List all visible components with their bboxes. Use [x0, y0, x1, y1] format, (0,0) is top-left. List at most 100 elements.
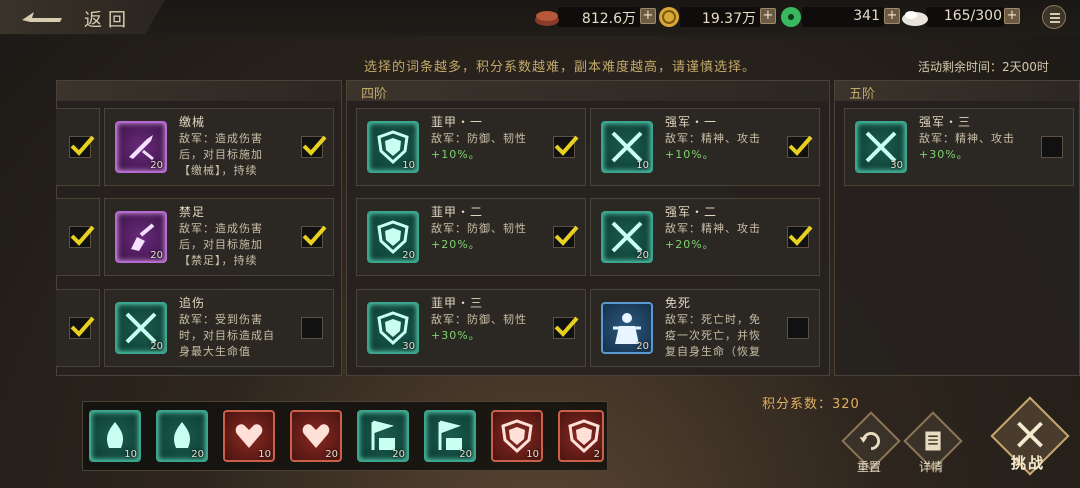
- checkbox[interactable]: [787, 135, 813, 158]
- buff-card-strong-3[interactable]: 30 强军・三 敌军：精神、攻击 +30%。: [844, 108, 1074, 186]
- card-bonus: +20%。: [431, 238, 481, 251]
- card-title: 韮甲・三: [431, 296, 484, 310]
- reset-label: 重置: [857, 460, 882, 474]
- checkbox[interactable]: [301, 135, 327, 158]
- card-title: 强军・一: [665, 115, 718, 129]
- banner-troops-icon[interactable]: 20: [424, 410, 476, 462]
- level-label: 10: [258, 449, 271, 460]
- shield-icon[interactable]: 10: [491, 410, 543, 462]
- menu-icon: [1050, 13, 1060, 15]
- card-desc: 敌军：防御、韧性 +10%。: [431, 131, 559, 163]
- buff-card-armor-1[interactable]: 10 韮甲・一 敌军：防御、韧性 +10%。: [356, 108, 586, 186]
- gold-value: 19.37万: [701, 11, 756, 27]
- shield-icon[interactable]: 2: [558, 410, 604, 462]
- checkbox[interactable]: [553, 135, 579, 158]
- buff-card-strong-1[interactable]: 10 强军・一 敌军：精神、攻击 +10%。: [590, 108, 820, 186]
- buff-card-immortal[interactable]: 20 免死 敌军：死亡时，免 疫一次死亡，并恢 复自身生命（恢复: [590, 289, 820, 367]
- offscreen-card[interactable]: [56, 108, 100, 186]
- buff-card-pursuit[interactable]: 20 追伤 敌军：受到伤害 时，对目标造成自 身最大生命值: [104, 289, 334, 367]
- card-bonus: +20%。: [665, 238, 715, 251]
- tier-header: 五阶: [835, 81, 1079, 102]
- checkbox[interactable]: [301, 317, 323, 339]
- tier-header: [57, 81, 341, 101]
- check-icon: [788, 135, 813, 156]
- stamina-icon: [902, 11, 928, 26]
- card-desc-main: 敌军：防御、韧性: [431, 222, 527, 235]
- card-title: 禁足: [179, 205, 206, 219]
- copper-coin-icon: [535, 11, 559, 26]
- card-desc: 敌军：受到伤害 时，对目标造成自 身最大生命值: [179, 313, 275, 358]
- tier-title: 四阶: [361, 87, 388, 102]
- buff-card-armor-3[interactable]: 30 韮甲・三 敌军：防御、韧性 +30%。: [356, 289, 586, 367]
- crossed-swords-icon: 10: [601, 121, 653, 173]
- add-copper-button[interactable]: +: [640, 8, 656, 24]
- level-label: 20: [392, 449, 405, 460]
- level-label: 20: [402, 250, 415, 261]
- checkbox[interactable]: [787, 317, 809, 339]
- offscreen-card[interactable]: [56, 198, 100, 276]
- check-icon: [302, 225, 327, 246]
- card-desc: 敌军：精神、攻击 +10%。: [665, 131, 793, 163]
- event-timer: 活动剩余时间：2天00时: [918, 60, 1049, 74]
- heart-icon[interactable]: 10: [223, 410, 275, 462]
- checkbox[interactable]: [1041, 136, 1063, 158]
- score-coefficient: 积分系数：320: [762, 393, 860, 412]
- selection-hint: 选择的词条越多，积分系数越难，副本难度越高，请谨慎选择。: [364, 60, 757, 75]
- crossed-swords-icon: 20: [115, 302, 167, 354]
- level-label: 30: [890, 160, 903, 171]
- card-title: 强军・三: [919, 115, 972, 129]
- jade-icon: [781, 7, 801, 27]
- shield-icon: 10: [367, 121, 419, 173]
- heart-icon[interactable]: 20: [290, 410, 342, 462]
- buff-card-immobilize[interactable]: 20 禁足 敌军：造成伤害 后，对目标施加 【禁足】，持续: [104, 198, 334, 276]
- add-stamina-button[interactable]: +: [1004, 8, 1020, 24]
- checkbox[interactable]: [787, 225, 813, 248]
- stamina-value: 165/300: [943, 8, 1002, 24]
- checkbox[interactable]: [301, 225, 327, 248]
- details-label: 详情: [919, 460, 944, 474]
- refresh-icon: [859, 432, 880, 451]
- level-label: 10: [636, 160, 649, 171]
- level-label: 2: [593, 449, 600, 460]
- shield-icon: 20: [367, 211, 419, 263]
- score-label: 积分系数：: [762, 397, 833, 412]
- checkbox[interactable]: [69, 316, 95, 339]
- buff-card-disarm[interactable]: 20 缴械 敌军：造成伤害 后，对目标施加 【缴械】，持续: [104, 108, 334, 186]
- menu-button[interactable]: [1042, 5, 1066, 29]
- back-label: 返回: [84, 10, 132, 31]
- checkbox[interactable]: [69, 135, 95, 158]
- level-label: 20: [636, 341, 649, 352]
- checkbox[interactable]: [553, 316, 579, 339]
- checkbox[interactable]: [553, 225, 579, 248]
- card-title: 免死: [665, 296, 692, 310]
- add-jade-button[interactable]: +: [884, 8, 900, 24]
- card-title: 强军・二: [665, 205, 718, 219]
- card-bonus: +10%。: [665, 148, 715, 161]
- crossed-swords-icon: 20: [601, 211, 653, 263]
- card-bonus: +30%。: [919, 148, 969, 161]
- selected-buffs-tray[interactable]: 10 20 10 20 20 20 10 2: [82, 401, 608, 471]
- disarm-icon: 20: [115, 121, 167, 173]
- check-icon: [302, 135, 327, 156]
- buff-card-strong-2[interactable]: 20 强军・二 敌军：精神、攻击 +20%。: [590, 198, 820, 276]
- offscreen-card[interactable]: [56, 289, 100, 367]
- jade-value: 341: [853, 8, 880, 24]
- card-desc-main: 敌军：防御、韧性: [431, 313, 527, 326]
- challenge-label: 挑战: [1011, 454, 1046, 472]
- tier-header: 四阶: [347, 81, 829, 102]
- card-desc: 敌军：防御、韧性 +20%。: [431, 221, 559, 253]
- menu-icon-line: [1050, 21, 1060, 23]
- card-desc: 敌军：造成伤害 后，对目标施加 【禁足】，持续: [179, 222, 263, 267]
- add-gold-button[interactable]: +: [760, 8, 776, 24]
- copper-value: 812.6万: [581, 11, 636, 27]
- level-label: 20: [636, 250, 649, 261]
- level-label: 20: [191, 449, 204, 460]
- flame-warrior-icon[interactable]: 10: [89, 410, 141, 462]
- back-button[interactable]: 返回: [0, 0, 165, 34]
- checkbox[interactable]: [69, 225, 95, 248]
- banner-troops-icon[interactable]: 20: [357, 410, 409, 462]
- menu-icon-line: [1050, 17, 1060, 19]
- flame-warrior-icon[interactable]: 20: [156, 410, 208, 462]
- buff-card-armor-2[interactable]: 20 韮甲・二 敌军：防御、韧性 +20%。: [356, 198, 586, 276]
- card-title: 追伤: [179, 296, 206, 310]
